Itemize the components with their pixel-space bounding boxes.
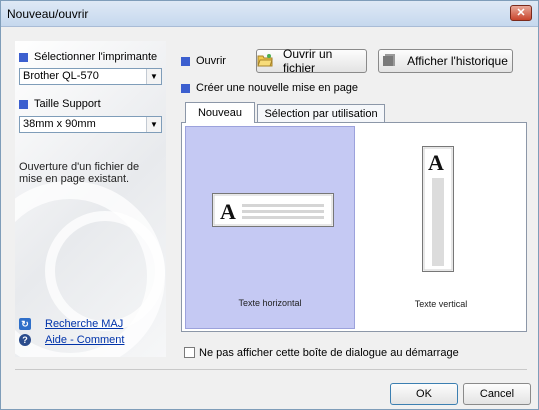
media-select[interactable]: 38mm x 90mm ▼ xyxy=(19,116,162,133)
open-label: Ouvrir xyxy=(196,55,226,67)
printer-label: Sélectionner l'imprimante xyxy=(34,51,158,63)
history-label: Afficher l'historique xyxy=(407,54,508,68)
printer-select-value: Brother QL-570 xyxy=(23,70,99,82)
title-bar[interactable]: Nouveau/ouvrir ✕ xyxy=(1,1,538,27)
horizontal-label-preview: A xyxy=(212,193,334,227)
update-icon: ↻ xyxy=(19,318,31,330)
history-button[interactable]: Afficher l'historique xyxy=(378,49,513,73)
section-square-icon xyxy=(181,83,190,93)
help-link[interactable]: Aide - Comment xyxy=(45,334,124,346)
create-label: Créer une nouvelle mise en page xyxy=(196,82,359,94)
section-square-icon xyxy=(181,56,190,66)
cancel-label: Cancel xyxy=(479,388,515,400)
layout-panel: A Texte horizontal A Texte vertical xyxy=(181,122,527,332)
open-label-row: Ouvrir xyxy=(181,55,226,67)
vertical-preview-letter: A xyxy=(428,150,444,175)
left-panel: Sélectionner l'imprimante Brother QL-570… xyxy=(15,41,166,357)
window-title: Nouveau/ouvrir xyxy=(7,7,89,21)
ok-label: OK xyxy=(416,388,432,400)
vertical-label-preview: A xyxy=(422,146,454,272)
startup-checkbox-label[interactable]: Ne pas afficher cette boîte de dialogue … xyxy=(199,347,459,359)
update-link[interactable]: Recherche MAJ xyxy=(45,318,123,330)
printer-select[interactable]: Brother QL-570 ▼ xyxy=(19,68,162,85)
section-square-icon xyxy=(19,99,28,109)
tab-nouveau-label: Nouveau xyxy=(197,107,243,119)
open-description: Ouverture d'un fichier de mise en page e… xyxy=(19,161,140,185)
close-icon: ✕ xyxy=(516,7,526,19)
section-square-icon xyxy=(19,52,28,62)
dialog-window: Nouveau/ouvrir ✕ Sélectionner l'impriman… xyxy=(0,0,539,410)
help-icon: ? xyxy=(19,334,31,346)
open-file-button[interactable]: Ouvrir un fichier xyxy=(256,47,367,75)
horizontal-preview-letter: A xyxy=(220,199,236,224)
cancel-button[interactable]: Cancel xyxy=(463,383,531,405)
startup-checkbox[interactable] xyxy=(184,347,195,358)
chevron-down-icon[interactable]: ▼ xyxy=(146,117,161,132)
tab-selection-label: Sélection par utilisation xyxy=(264,108,378,120)
media-label-row: Taille Support xyxy=(19,98,101,110)
media-label: Taille Support xyxy=(34,98,101,110)
help-link-row[interactable]: ? Aide - Comment xyxy=(19,334,124,346)
tab-nouveau[interactable]: Nouveau xyxy=(185,102,255,123)
horizontal-layout-label: Texte horizontal xyxy=(238,298,302,308)
media-select-value: 38mm x 90mm xyxy=(23,118,96,130)
footer-divider xyxy=(15,369,527,370)
folder-open-icon xyxy=(257,53,273,70)
history-icon xyxy=(383,53,397,70)
close-button[interactable]: ✕ xyxy=(510,5,532,21)
tab-selection-par-utilisation[interactable]: Sélection par utilisation xyxy=(257,104,385,123)
vertical-layout-label: Texte vertical xyxy=(414,299,468,309)
ok-button[interactable]: OK xyxy=(390,383,458,405)
create-label-row: Créer une nouvelle mise en page xyxy=(181,82,358,94)
open-file-label: Ouvrir un fichier xyxy=(283,47,333,75)
vertical-layout-option[interactable]: A Texte vertical xyxy=(358,126,524,329)
horizontal-layout-option[interactable]: A Texte horizontal xyxy=(185,126,355,329)
printer-label-row: Sélectionner l'imprimante xyxy=(19,51,157,63)
update-link-row[interactable]: ↻ Recherche MAJ xyxy=(19,318,123,330)
background-swirl xyxy=(45,211,165,331)
chevron-down-icon[interactable]: ▼ xyxy=(146,69,161,84)
